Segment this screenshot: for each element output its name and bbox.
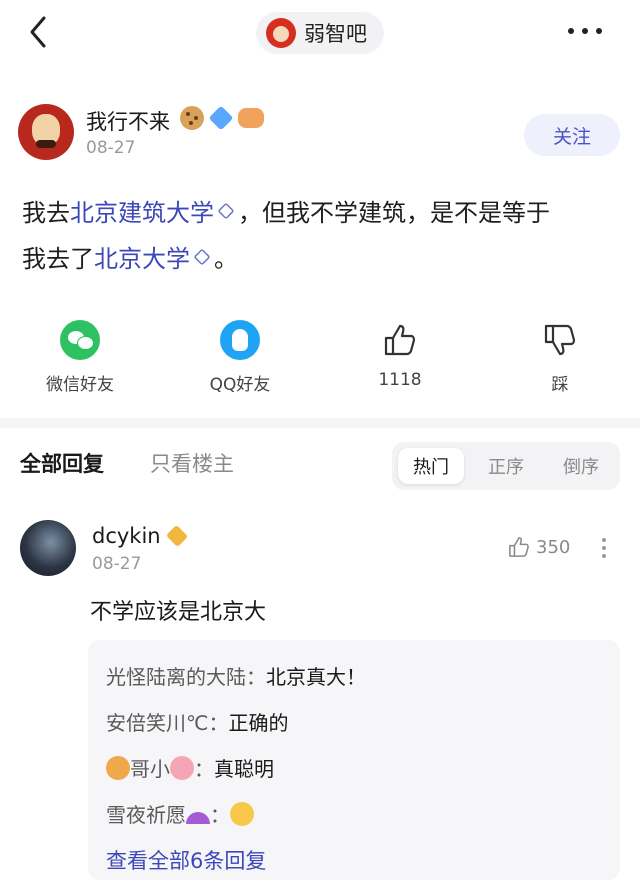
post-date: 08-27 <box>86 138 136 158</box>
follow-button[interactable]: 关注 <box>524 114 620 156</box>
author-name[interactable]: 我行不来 <box>86 106 170 136</box>
diamond-badge-icon <box>208 105 234 131</box>
sub-reply-text: 北京真大！ <box>266 665 366 689</box>
forum-name: 弱智吧 <box>304 22 367 46</box>
sort-descending[interactable]: 倒序 <box>548 448 614 484</box>
forum-link-icon <box>217 202 235 220</box>
section-divider <box>0 418 640 428</box>
author-badges <box>180 105 264 131</box>
forum-link[interactable]: 北京大学 <box>94 245 190 273</box>
umbrella-emoji-icon <box>186 812 210 826</box>
post-text: ，但我不学建筑，是不是等于 <box>238 199 550 227</box>
sub-reply-text: 真聪明 <box>214 757 274 781</box>
user-badge-icon <box>165 524 189 548</box>
top-bar: 弱智吧 <box>0 0 640 66</box>
sub-reply-sep: ： <box>210 803 230 827</box>
thumb-up-icon <box>509 537 529 557</box>
share-wechat-label: 微信好友 <box>46 375 114 395</box>
sub-reply[interactable]: 光怪陆离的大陆：北京真大！ <box>106 654 602 700</box>
share-qq-label: QQ好友 <box>209 375 271 395</box>
action-row: 微信好友 QQ好友 1118 踩 <box>0 320 640 400</box>
wechat-icon <box>60 320 100 360</box>
sub-reply-user[interactable]: 安倍笑川℃ <box>106 711 208 735</box>
comment-like-count: 350 <box>536 536 571 558</box>
qq-icon <box>220 320 260 360</box>
sub-reply-user[interactable]: 光怪陆离的大陆 <box>106 665 246 689</box>
pig-emoji-icon <box>170 756 194 780</box>
sub-reply-sep: ： <box>194 757 214 781</box>
more-icon[interactable] <box>568 20 612 42</box>
sub-reply-user[interactable]: 哥小 <box>130 757 170 781</box>
forum-link[interactable]: 北京建筑大学 <box>70 199 214 227</box>
view-all-replies-link[interactable]: 查看全部6条回复 <box>106 838 602 884</box>
back-icon[interactable] <box>22 12 58 52</box>
like-button[interactable]: 1118 <box>345 320 455 390</box>
post-text: 我去 <box>22 199 70 227</box>
comment-avatar[interactable] <box>20 520 76 576</box>
sub-reply-sep: ： <box>246 665 266 689</box>
comment-text: 不学应该是北京大 <box>90 600 267 625</box>
game-badge-icon <box>238 108 264 128</box>
share-qq-button[interactable]: QQ好友 <box>185 320 295 395</box>
thumb-down-icon <box>544 324 576 356</box>
share-wechat-button[interactable]: 微信好友 <box>25 320 135 395</box>
forum-avatar <box>266 18 296 48</box>
forum-pill[interactable]: 弱智吧 <box>256 12 384 54</box>
thumb-up-icon <box>384 324 416 356</box>
dislike-button[interactable]: 踩 <box>505 320 615 395</box>
post-content: 我去北京建筑大学 ，但我不学建筑，是不是等于 我去了北京大学。 <box>22 190 622 282</box>
sort-hot[interactable]: 热门 <box>398 448 464 484</box>
comment-like-button[interactable]: 350 <box>506 534 570 560</box>
angry-face-emoji-icon <box>230 802 254 826</box>
comment-date: 08-27 <box>92 554 142 574</box>
dog-emoji-icon <box>106 756 130 780</box>
sub-reply[interactable]: 雪夜祈愿 ： <box>106 792 602 838</box>
sub-reply[interactable]: 哥小 ：真聪明 <box>106 746 602 792</box>
tab-all-replies[interactable]: 全部回复 <box>20 448 104 478</box>
sort-segmented-control: 热门 正序 倒序 <box>392 442 620 490</box>
author-avatar[interactable] <box>18 104 74 160</box>
sub-reply-text: 正确的 <box>228 711 289 735</box>
sub-reply-user[interactable]: 雪夜祈愿 <box>106 803 186 827</box>
sort-ascending[interactable]: 正序 <box>473 448 539 484</box>
comment-more-icon[interactable] <box>602 538 608 558</box>
sub-reply[interactable]: 安倍笑川℃：正确的 <box>106 700 602 746</box>
post-text: 。 <box>214 245 238 273</box>
sub-reply-sep: ： <box>208 711 229 735</box>
post-text: 我去了 <box>22 245 94 273</box>
dislike-label: 踩 <box>551 375 569 395</box>
forum-link-icon <box>193 248 211 266</box>
like-count: 1118 <box>378 370 422 390</box>
sub-replies: 光怪陆离的大陆：北京真大！ 安倍笑川℃：正确的 哥小 ：真聪明 雪夜祈愿： 查看全… <box>88 640 620 880</box>
comment-user[interactable]: dcykin <box>92 524 161 548</box>
cookie-badge-icon <box>180 106 204 130</box>
tab-owner-only[interactable]: 只看楼主 <box>150 448 234 478</box>
